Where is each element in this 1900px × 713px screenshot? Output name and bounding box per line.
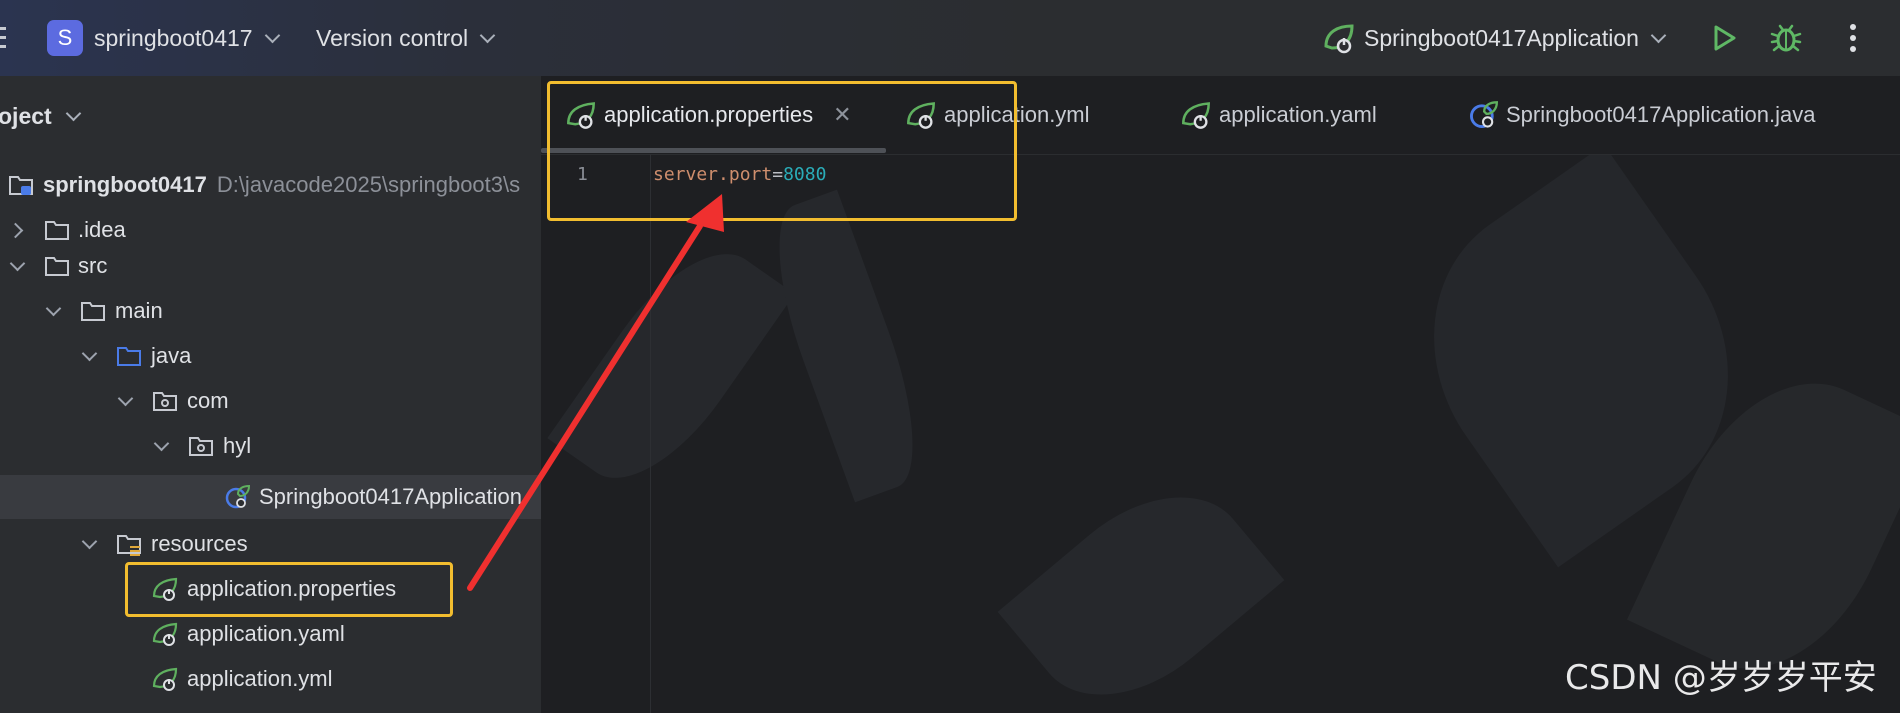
arrow-annotation	[467, 194, 724, 591]
watermark: CSDN @岁岁岁平安	[1565, 658, 1877, 698]
